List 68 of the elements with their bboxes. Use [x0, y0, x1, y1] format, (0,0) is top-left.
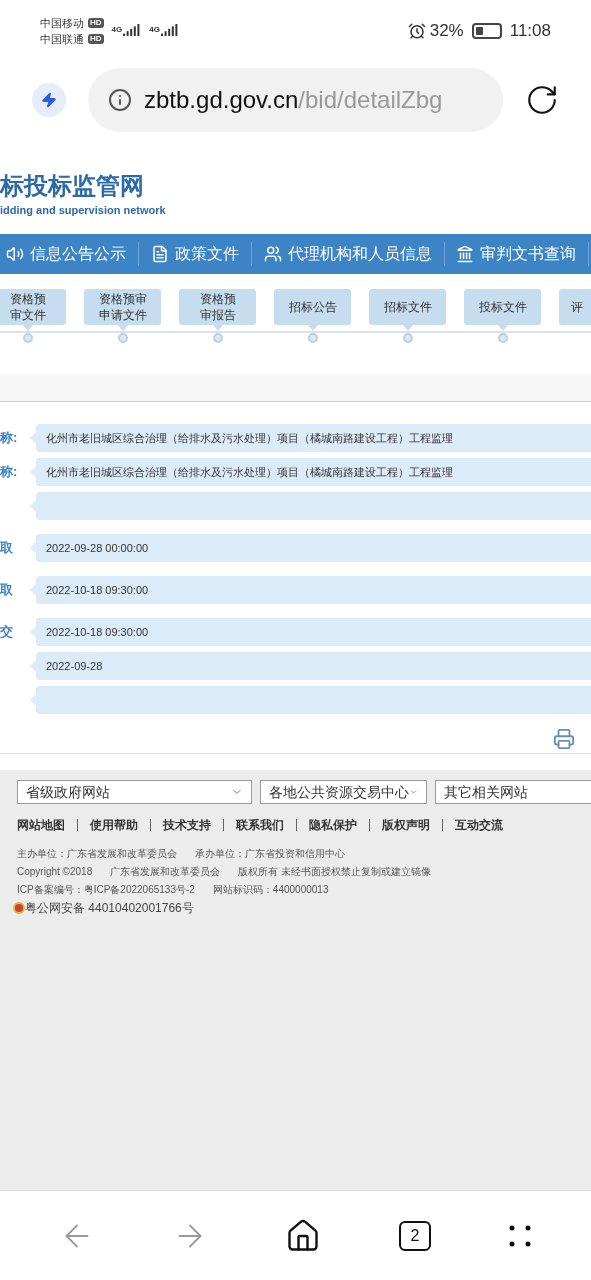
step-tab[interactable]: 评	[559, 289, 591, 325]
site-select[interactable]: 省级政府网站	[17, 780, 252, 804]
field-value: 化州市老旧城区综合治理（给排水及污水处理）项目（橘城南路建设工程）工程监理	[30, 424, 591, 452]
hd-badge: HD	[88, 34, 104, 44]
step-tab[interactable]: 投标文件	[464, 289, 541, 325]
footer-info: 广东省发展和改革委员会	[110, 865, 221, 879]
address-bar[interactable]: zbtb.gd.gov.cn/bid/detailZbg	[88, 68, 503, 132]
info-icon	[108, 88, 132, 112]
alarm-icon	[407, 22, 426, 40]
field-label: 称:	[0, 464, 18, 479]
nav-item[interactable]: 代理机构和人员信息	[251, 242, 444, 266]
field-value: 2022-09-28	[30, 652, 591, 680]
more-icon[interactable]	[508, 1223, 533, 1248]
document-icon	[150, 245, 169, 263]
field-value: 化州市老旧城区综合治理（给排水及污水处理）项目（橘城南路建设工程）工程监理	[30, 458, 591, 486]
people-icon	[263, 245, 282, 263]
step-tab[interactable]: 招标公告	[274, 289, 351, 325]
reload-icon[interactable]	[525, 83, 559, 117]
tabs-button[interactable]: 2	[398, 1220, 431, 1251]
step-tab[interactable]: 资格预审文件	[0, 289, 66, 325]
footer-info: Copyright ©2018	[17, 865, 93, 879]
signal-icon	[160, 24, 179, 38]
field-value: 2022-10-18 09:30:00	[30, 576, 591, 604]
nav-item[interactable]: 信息公告公示	[0, 242, 138, 266]
site-select[interactable]: 各地公共资源交易中心	[260, 780, 427, 804]
battery-percent: 32%	[429, 20, 464, 43]
clock-time: 11:08	[509, 20, 551, 43]
police-record: 粤公网安备 44010402001766号	[25, 900, 194, 917]
site-subtitle: idding and supervision network	[0, 202, 166, 218]
step-tab[interactable]: 资格预审申请文件	[84, 289, 161, 325]
nav-item[interactable]: 政策文件	[138, 242, 251, 266]
carrier-name: 中国联通	[40, 32, 84, 47]
footer-info: 版权所有 未经书面授权禁止复制或建立镜像	[238, 865, 431, 879]
footer-link[interactable]: 隐私保护	[309, 816, 357, 834]
bank-icon	[456, 245, 475, 263]
site-select[interactable]: 其它相关网站	[435, 780, 591, 804]
field-label: 取	[0, 582, 13, 597]
nav-item[interactable]: 审判文书查询	[444, 242, 589, 266]
network-type: 4G	[111, 24, 123, 36]
footer-link[interactable]: 使用帮助	[90, 816, 138, 834]
footer-link[interactable]: 网站地图	[17, 816, 65, 834]
signal-icon	[123, 24, 142, 38]
footer-link[interactable]: 联系我们	[236, 816, 284, 834]
footer-info: ICP备案编号：粤ICP备2022065133号-2	[17, 883, 195, 897]
network-type: 4G	[149, 24, 160, 36]
footer-link[interactable]: 互动交流	[455, 816, 503, 834]
site-title: 标投标监管网	[0, 170, 144, 201]
footer-link[interactable]: 版权声明	[382, 816, 430, 834]
step-tab[interactable]: 资格预审报告	[179, 289, 256, 325]
step-tab[interactable]: 招标文件	[369, 289, 446, 325]
lightning-icon	[41, 92, 57, 108]
footer-info: 网站标识码：4400000013	[212, 883, 329, 897]
police-emblem-icon	[13, 902, 25, 914]
footer-info: 承办单位：广东省投资和信用中心	[195, 847, 345, 861]
speaker-icon	[6, 245, 24, 263]
footer-link[interactable]: 技术支持	[163, 816, 211, 834]
carrier-name: 中国移动	[40, 16, 84, 31]
battery-icon	[471, 23, 502, 39]
field-label: 交	[0, 624, 13, 639]
url-text: zbtb.gd.gov.cn/bid/detailZbg	[144, 85, 443, 115]
lightning-button[interactable]	[32, 83, 66, 117]
hd-badge: HD	[88, 18, 104, 28]
footer-info: 主办单位：广东省发展和改革委员会	[17, 847, 177, 861]
field-label: 取	[0, 540, 13, 555]
printer-icon[interactable]	[553, 727, 575, 750]
field-value: 2022-09-28 00:00:00	[30, 534, 591, 562]
field-value: 2022-10-18 09:30:00	[30, 618, 591, 646]
field-label: 称:	[0, 430, 18, 445]
